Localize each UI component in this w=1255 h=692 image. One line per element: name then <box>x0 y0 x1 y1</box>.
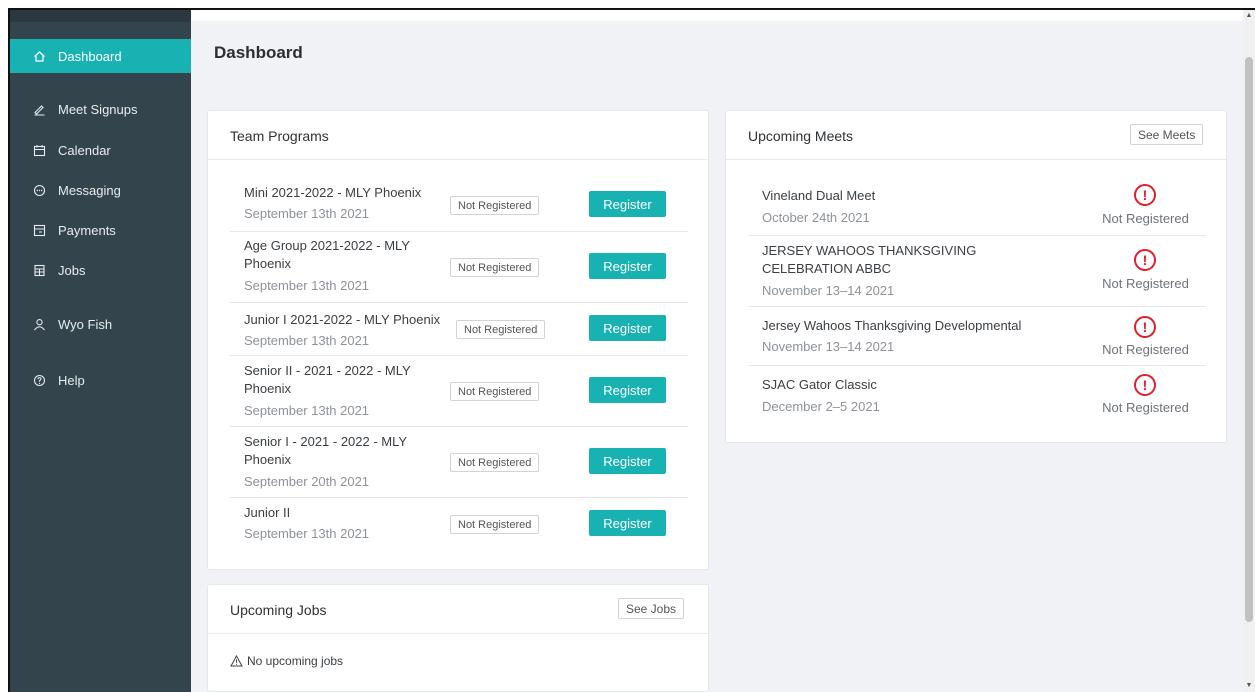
register-button[interactable]: Register <box>589 448 666 474</box>
chat-icon <box>32 183 46 197</box>
warning-icon <box>230 655 243 667</box>
program-row: Age Group 2021-2022 - MLY Phoenix Septem… <box>230 232 688 303</box>
sidebar-item-calendar[interactable]: Calendar <box>10 133 191 167</box>
meet-date: November 13–14 2021 <box>762 339 895 354</box>
vertical-scrollbar[interactable]: ▲ ▼ <box>1243 10 1255 692</box>
meet-status: Not Registered <box>1102 276 1189 291</box>
program-name: Junior I 2021-2022 - MLY Phoenix <box>244 312 441 327</box>
program-date: September 13th 2021 <box>244 333 370 348</box>
scrollbar-thumb[interactable] <box>1245 57 1253 622</box>
alert-icon: ! <box>1134 316 1156 338</box>
jobs-icon <box>32 263 46 277</box>
status-badge: Not Registered <box>450 258 540 277</box>
register-button[interactable]: Register <box>589 191 666 217</box>
alert-icon: ! <box>1134 374 1156 396</box>
meet-date: November 13–14 2021 <box>762 283 895 298</box>
sidebar-item-label: Messaging <box>58 182 121 198</box>
sidebar-item-label: Meet Signups <box>58 101 138 117</box>
program-row: Senior II - 2021 - 2022 - MLY Phoenix Se… <box>230 356 688 427</box>
card-title: Upcoming Meets <box>748 128 854 144</box>
upcoming-jobs-card: Upcoming Jobs See Jobs No upcoming jobs <box>207 584 709 692</box>
meet-name: JERSEY WAHOOS THANKSGIVING CELEBRATION A… <box>762 243 977 276</box>
status-badge: Not Registered <box>450 382 540 401</box>
sidebar-item-meet-signups[interactable]: Meet Signups <box>10 92 191 126</box>
see-meets-button[interactable]: See Meets <box>1130 124 1204 145</box>
main-content: Dashboard Team Programs Mini 2021-2022 -… <box>191 10 1243 692</box>
see-jobs-button[interactable]: See Jobs <box>618 598 685 619</box>
sidebar-item-label: Wyo Fish <box>58 316 113 332</box>
sidebar: Dashboard Meet Signups Calendar Messagin… <box>10 10 191 692</box>
program-date: September 13th 2021 <box>244 206 370 221</box>
sidebar-top-strip <box>10 10 191 22</box>
status-badge: Not Registered <box>450 515 540 534</box>
meet-date: December 2–5 2021 <box>762 399 880 414</box>
sidebar-item-label: Calendar <box>58 142 111 158</box>
card-header: Upcoming Jobs See Jobs <box>208 585 708 634</box>
meet-name: SJAC Gator Classic <box>762 377 877 392</box>
sidebar-item-dashboard[interactable]: Dashboard <box>10 39 191 73</box>
meet-row: SJAC Gator Classic December 2–5 2021 ! N… <box>748 366 1206 428</box>
card-header: Upcoming Meets See Meets <box>726 111 1226 160</box>
empty-state: No upcoming jobs <box>230 654 343 668</box>
status-badge: Not Registered <box>450 196 540 215</box>
status-badge: Not Registered <box>456 320 546 339</box>
meet-row: Vineland Dual Meet October 24th 2021 ! N… <box>748 173 1206 236</box>
program-name: Age Group 2021-2022 - MLY Phoenix <box>244 238 410 271</box>
user-icon <box>32 317 46 331</box>
empty-text: No upcoming jobs <box>247 654 344 668</box>
sidebar-item-label: Payments <box>58 222 116 238</box>
meet-date: October 24th 2021 <box>762 210 870 225</box>
meet-row: Jersey Wahoos Thanksgiving Developmental… <box>748 307 1206 366</box>
program-date: September 13th 2021 <box>244 403 370 418</box>
register-button[interactable]: Register <box>589 510 666 536</box>
program-name: Senior II - 2021 - 2022 - MLY Phoenix <box>244 363 411 396</box>
payment-icon <box>32 223 46 237</box>
scroll-down-icon[interactable]: ▼ <box>1243 680 1255 692</box>
sidebar-item-label: Jobs <box>58 262 86 278</box>
program-name: Senior I - 2021 - 2022 - MLY Phoenix <box>244 434 407 467</box>
meet-name: Vineland Dual Meet <box>762 188 876 203</box>
card-title: Team Programs <box>230 128 329 144</box>
calendar-icon <box>32 143 46 157</box>
program-date: September 13th 2021 <box>244 526 370 541</box>
alert-icon: ! <box>1134 249 1156 271</box>
sidebar-item-wyo-fish[interactable]: Wyo Fish <box>10 307 191 341</box>
sidebar-item-jobs[interactable]: Jobs <box>10 253 191 287</box>
program-row: Junior I 2021-2022 - MLY Phoenix Septemb… <box>230 303 688 356</box>
program-row: Mini 2021-2022 - MLY Phoenix September 1… <box>230 173 688 232</box>
program-row: Junior II September 13th 2021 Not Regist… <box>230 498 688 556</box>
sidebar-item-payments[interactable]: Payments <box>10 213 191 247</box>
program-date: September 20th 2021 <box>244 474 370 489</box>
program-name: Mini 2021-2022 - MLY Phoenix <box>244 185 422 200</box>
page-title: Dashboard <box>214 43 303 62</box>
sidebar-item-label: Help <box>58 372 85 388</box>
home-icon <box>32 49 46 63</box>
card-header: Team Programs <box>208 111 708 160</box>
team-programs-card: Team Programs Mini 2021-2022 - MLY Phoen… <box>207 110 709 570</box>
top-strip <box>191 10 1243 21</box>
meet-status: Not Registered <box>1102 400 1189 415</box>
meet-status: Not Registered <box>1102 342 1189 357</box>
register-button[interactable]: Register <box>589 253 666 279</box>
register-button[interactable]: Register <box>589 315 666 341</box>
program-row: Senior I - 2021 - 2022 - MLY Phoenix Sep… <box>230 427 688 498</box>
scroll-up-icon[interactable]: ▲ <box>1243 10 1255 22</box>
alert-icon: ! <box>1134 184 1156 206</box>
program-date: September 13th 2021 <box>244 278 370 293</box>
sidebar-item-label: Dashboard <box>58 48 122 64</box>
card-title: Upcoming Jobs <box>230 602 327 618</box>
register-button[interactable]: Register <box>589 377 666 403</box>
pencil-icon <box>32 102 46 116</box>
sidebar-item-help[interactable]: Help <box>10 363 191 397</box>
program-name: Junior II <box>244 505 291 520</box>
help-icon <box>32 373 46 387</box>
meet-row: JERSEY WAHOOS THANKSGIVING CELEBRATION A… <box>748 236 1206 307</box>
upcoming-meets-card: Upcoming Meets See Meets Vineland Dual M… <box>725 110 1227 443</box>
status-badge: Not Registered <box>450 453 540 472</box>
sidebar-item-messaging[interactable]: Messaging <box>10 173 191 207</box>
meet-status: Not Registered <box>1102 211 1189 226</box>
meet-name: Jersey Wahoos Thanksgiving Developmental <box>762 318 1022 333</box>
